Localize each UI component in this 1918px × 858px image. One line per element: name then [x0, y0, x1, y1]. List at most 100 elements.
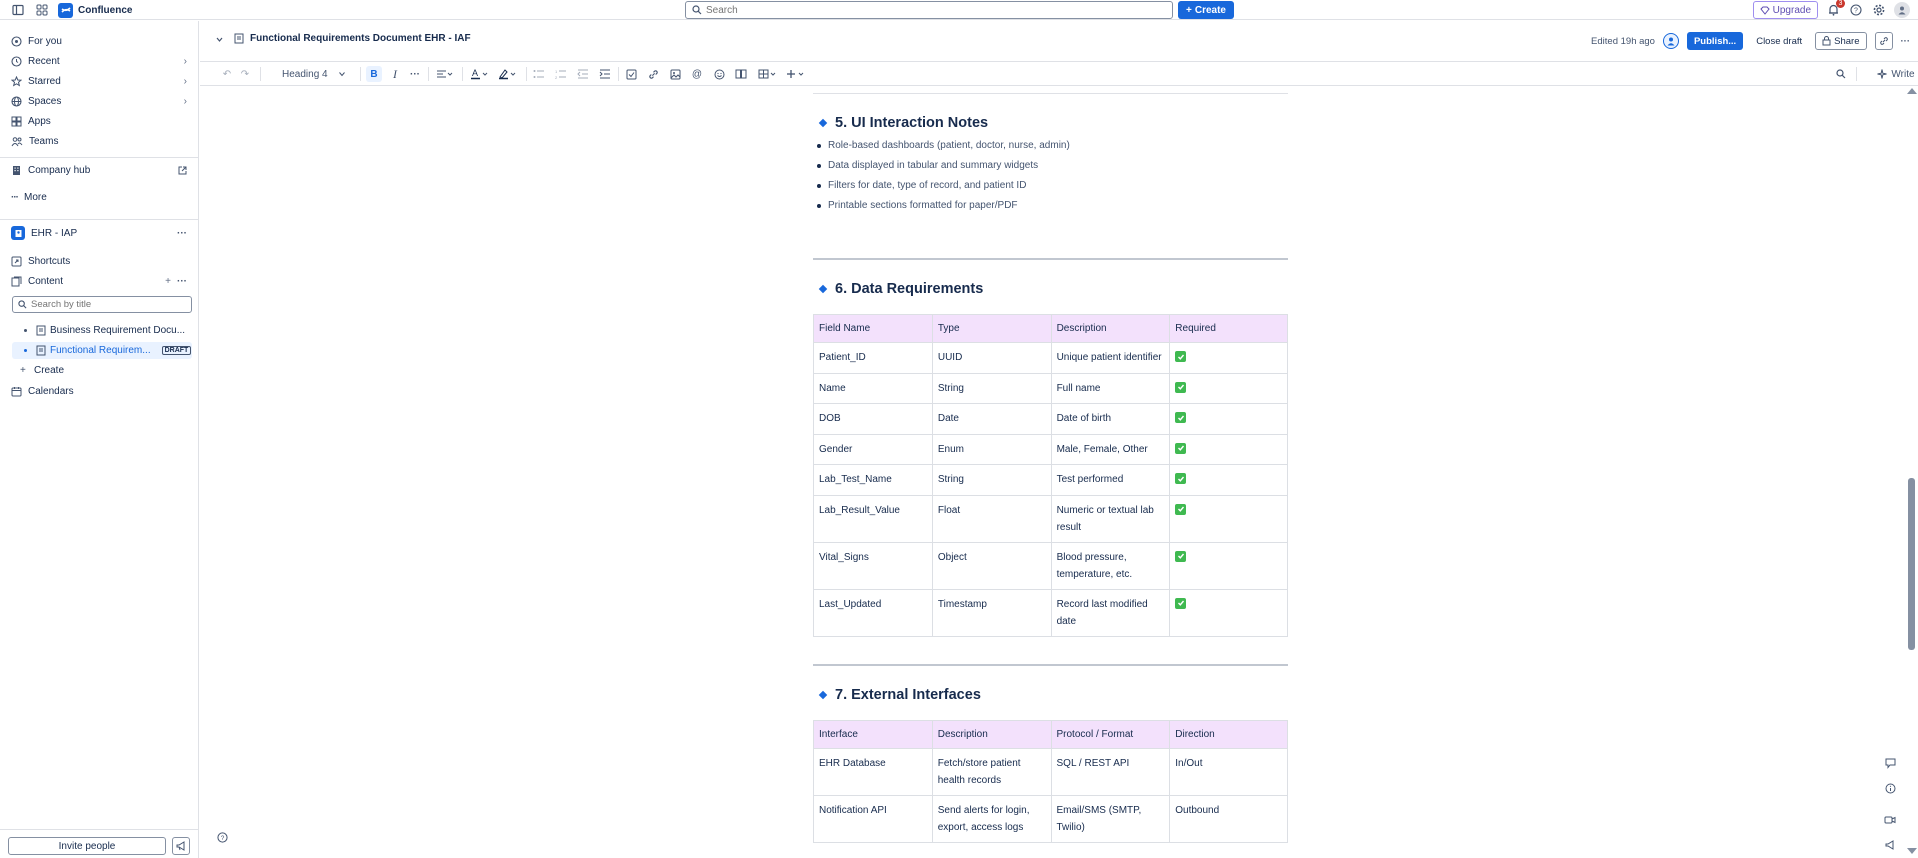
table-cell-description[interactable]: Numeric or textual lab result: [1050, 494, 1171, 543]
comments-icon[interactable]: [1883, 756, 1897, 770]
redo-icon[interactable]: ↷: [238, 66, 252, 82]
write-mode-button[interactable]: Write: [1874, 66, 1918, 82]
column-header[interactable]: Protocol / Format: [1050, 720, 1171, 749]
search-by-title-input[interactable]: [31, 299, 181, 310]
close-draft-button[interactable]: Close draft: [1751, 36, 1807, 47]
column-header[interactable]: Type: [931, 314, 1052, 343]
table-cell-type[interactable]: String: [931, 464, 1052, 496]
emoji-icon[interactable]: [712, 66, 726, 82]
text-style-dropdown[interactable]: Heading 4: [282, 66, 352, 82]
help-circle-icon[interactable]: ?: [217, 832, 228, 843]
upgrade-button[interactable]: Upgrade: [1752, 1, 1818, 19]
chevron-right-icon[interactable]: ›: [184, 56, 187, 67]
table-cell-field[interactable]: DOB: [813, 403, 933, 435]
megaphone-icon[interactable]: [1883, 838, 1897, 852]
table-cell-description[interactable]: Send alerts for login, export, access lo…: [931, 795, 1052, 843]
table-cell-field[interactable]: Name: [813, 372, 933, 404]
table-cell-type[interactable]: Enum: [931, 433, 1052, 465]
scroll-up-arrow-icon[interactable]: [1907, 88, 1917, 94]
align-left-icon[interactable]: [434, 66, 456, 82]
layout-columns-icon[interactable]: [734, 66, 748, 82]
table-cell-required[interactable]: [1169, 342, 1288, 374]
scrollbar-thumb[interactable]: [1908, 478, 1915, 650]
table-cell-field[interactable]: Lab_Test_Name: [813, 464, 933, 496]
confluence-logo[interactable]: Confluence: [58, 2, 132, 18]
table-cell-description[interactable]: Full name: [1050, 372, 1171, 404]
copy-link-button[interactable]: [1874, 32, 1893, 50]
table-cell-type[interactable]: Date: [931, 403, 1052, 435]
vertical-scrollbar[interactable]: [1905, 86, 1918, 858]
profile-avatar[interactable]: [1894, 2, 1910, 18]
indent-icon[interactable]: [598, 66, 612, 82]
search-input[interactable]: [706, 4, 1146, 16]
chevron-right-icon[interactable]: ›: [184, 76, 187, 87]
table-icon[interactable]: [756, 66, 780, 82]
table-cell-type[interactable]: UUID: [931, 342, 1052, 374]
feedback-button[interactable]: [172, 837, 190, 855]
table-cell-direction[interactable]: In/Out: [1169, 748, 1288, 796]
table-cell-required[interactable]: [1169, 433, 1288, 465]
publish-button[interactable]: Publish...: [1686, 32, 1744, 50]
table-cell-required[interactable]: [1169, 372, 1288, 404]
table-cell-field[interactable]: Lab_Result_Value: [813, 494, 933, 543]
table-cell-type[interactable]: Float: [931, 494, 1052, 543]
global-search[interactable]: [685, 1, 1173, 19]
table-cell-field[interactable]: Gender: [813, 433, 933, 465]
mention-icon[interactable]: @: [690, 66, 704, 82]
sidebar-item-calendars[interactable]: Calendars: [6, 382, 193, 400]
text-color-icon[interactable]: A: [468, 66, 492, 82]
space-header[interactable]: EHR - IAP ···: [6, 224, 193, 242]
more-options-icon[interactable]: ···: [177, 276, 187, 287]
sidebar-item-more[interactable]: ··· More: [6, 188, 193, 206]
table-cell-description[interactable]: Date of birth: [1050, 403, 1171, 435]
share-button[interactable]: Share: [1815, 32, 1867, 50]
table-cell-field[interactable]: Last_Updated: [813, 588, 933, 637]
table-cell-protocol[interactable]: SQL / REST API: [1050, 748, 1171, 796]
bullet-list-icon[interactable]: [532, 66, 546, 82]
table-cell-direction[interactable]: Outbound: [1169, 795, 1288, 843]
tree-create-button[interactable]: + Create: [12, 362, 192, 379]
content-search[interactable]: [12, 296, 192, 313]
column-header[interactable]: Field Name: [813, 314, 933, 343]
app-switcher-icon[interactable]: [34, 2, 50, 18]
table-cell-protocol[interactable]: Email/SMS (SMTP, Twilio): [1050, 795, 1171, 843]
document-canvas[interactable]: 5. UI Interaction Notes Role-based dashb…: [200, 86, 1900, 858]
video-icon[interactable]: [1883, 813, 1897, 827]
add-content-plus-icon[interactable]: +: [165, 276, 171, 287]
more-actions-icon[interactable]: ···: [1901, 36, 1911, 47]
undo-icon[interactable]: ↶: [220, 66, 234, 82]
numbered-list-icon[interactable]: 12: [554, 66, 568, 82]
external-interfaces-table[interactable]: Interface Description Protocol / Format …: [813, 720, 1288, 843]
data-requirements-table[interactable]: Field Name Type Description Required Pat…: [813, 314, 1288, 637]
table-cell-description[interactable]: Fetch/store patient health records: [931, 748, 1052, 796]
action-item-checkbox-icon[interactable]: [624, 66, 638, 82]
page-breadcrumb-title[interactable]: Functional Requirements Document EHR - I…: [250, 33, 471, 44]
table-cell-type[interactable]: Object: [931, 541, 1052, 590]
bold-icon[interactable]: B: [366, 66, 382, 82]
table-cell-required[interactable]: [1169, 403, 1288, 435]
notifications-button[interactable]: 3: [1825, 0, 1845, 18]
table-cell-description[interactable]: Record last modified date: [1050, 588, 1171, 637]
column-header[interactable]: Required: [1169, 314, 1288, 343]
insert-plus-icon[interactable]: [784, 66, 808, 82]
sidebar-item-recent[interactable]: Recent ›: [6, 52, 193, 70]
highlight-icon[interactable]: [496, 66, 520, 82]
info-icon[interactable]: [1883, 781, 1897, 795]
column-header[interactable]: Interface: [813, 720, 933, 749]
find-search-icon[interactable]: [1834, 66, 1848, 82]
table-cell-required[interactable]: [1169, 464, 1288, 496]
sidebar-toggle-icon[interactable]: [10, 2, 26, 18]
italic-icon[interactable]: I: [388, 66, 402, 82]
link-icon[interactable]: [646, 66, 660, 82]
chevron-right-icon[interactable]: ›: [184, 96, 187, 107]
table-cell-description[interactable]: Blood pressure, temperature, etc.: [1050, 541, 1171, 590]
outdent-icon[interactable]: [576, 66, 590, 82]
table-cell-type[interactable]: String: [931, 372, 1052, 404]
sidebar-item-content[interactable]: Content + ···: [6, 272, 193, 290]
tree-item-functional-requirements[interactable]: Functional Requirem... DRAFT: [12, 342, 192, 359]
column-header[interactable]: Description: [1050, 314, 1171, 343]
scroll-down-arrow-icon[interactable]: [1907, 848, 1917, 854]
table-cell-required[interactable]: [1169, 494, 1288, 543]
more-options-icon[interactable]: ···: [177, 228, 187, 239]
tree-item-business-requirement[interactable]: Business Requirement Docu...: [12, 322, 192, 339]
